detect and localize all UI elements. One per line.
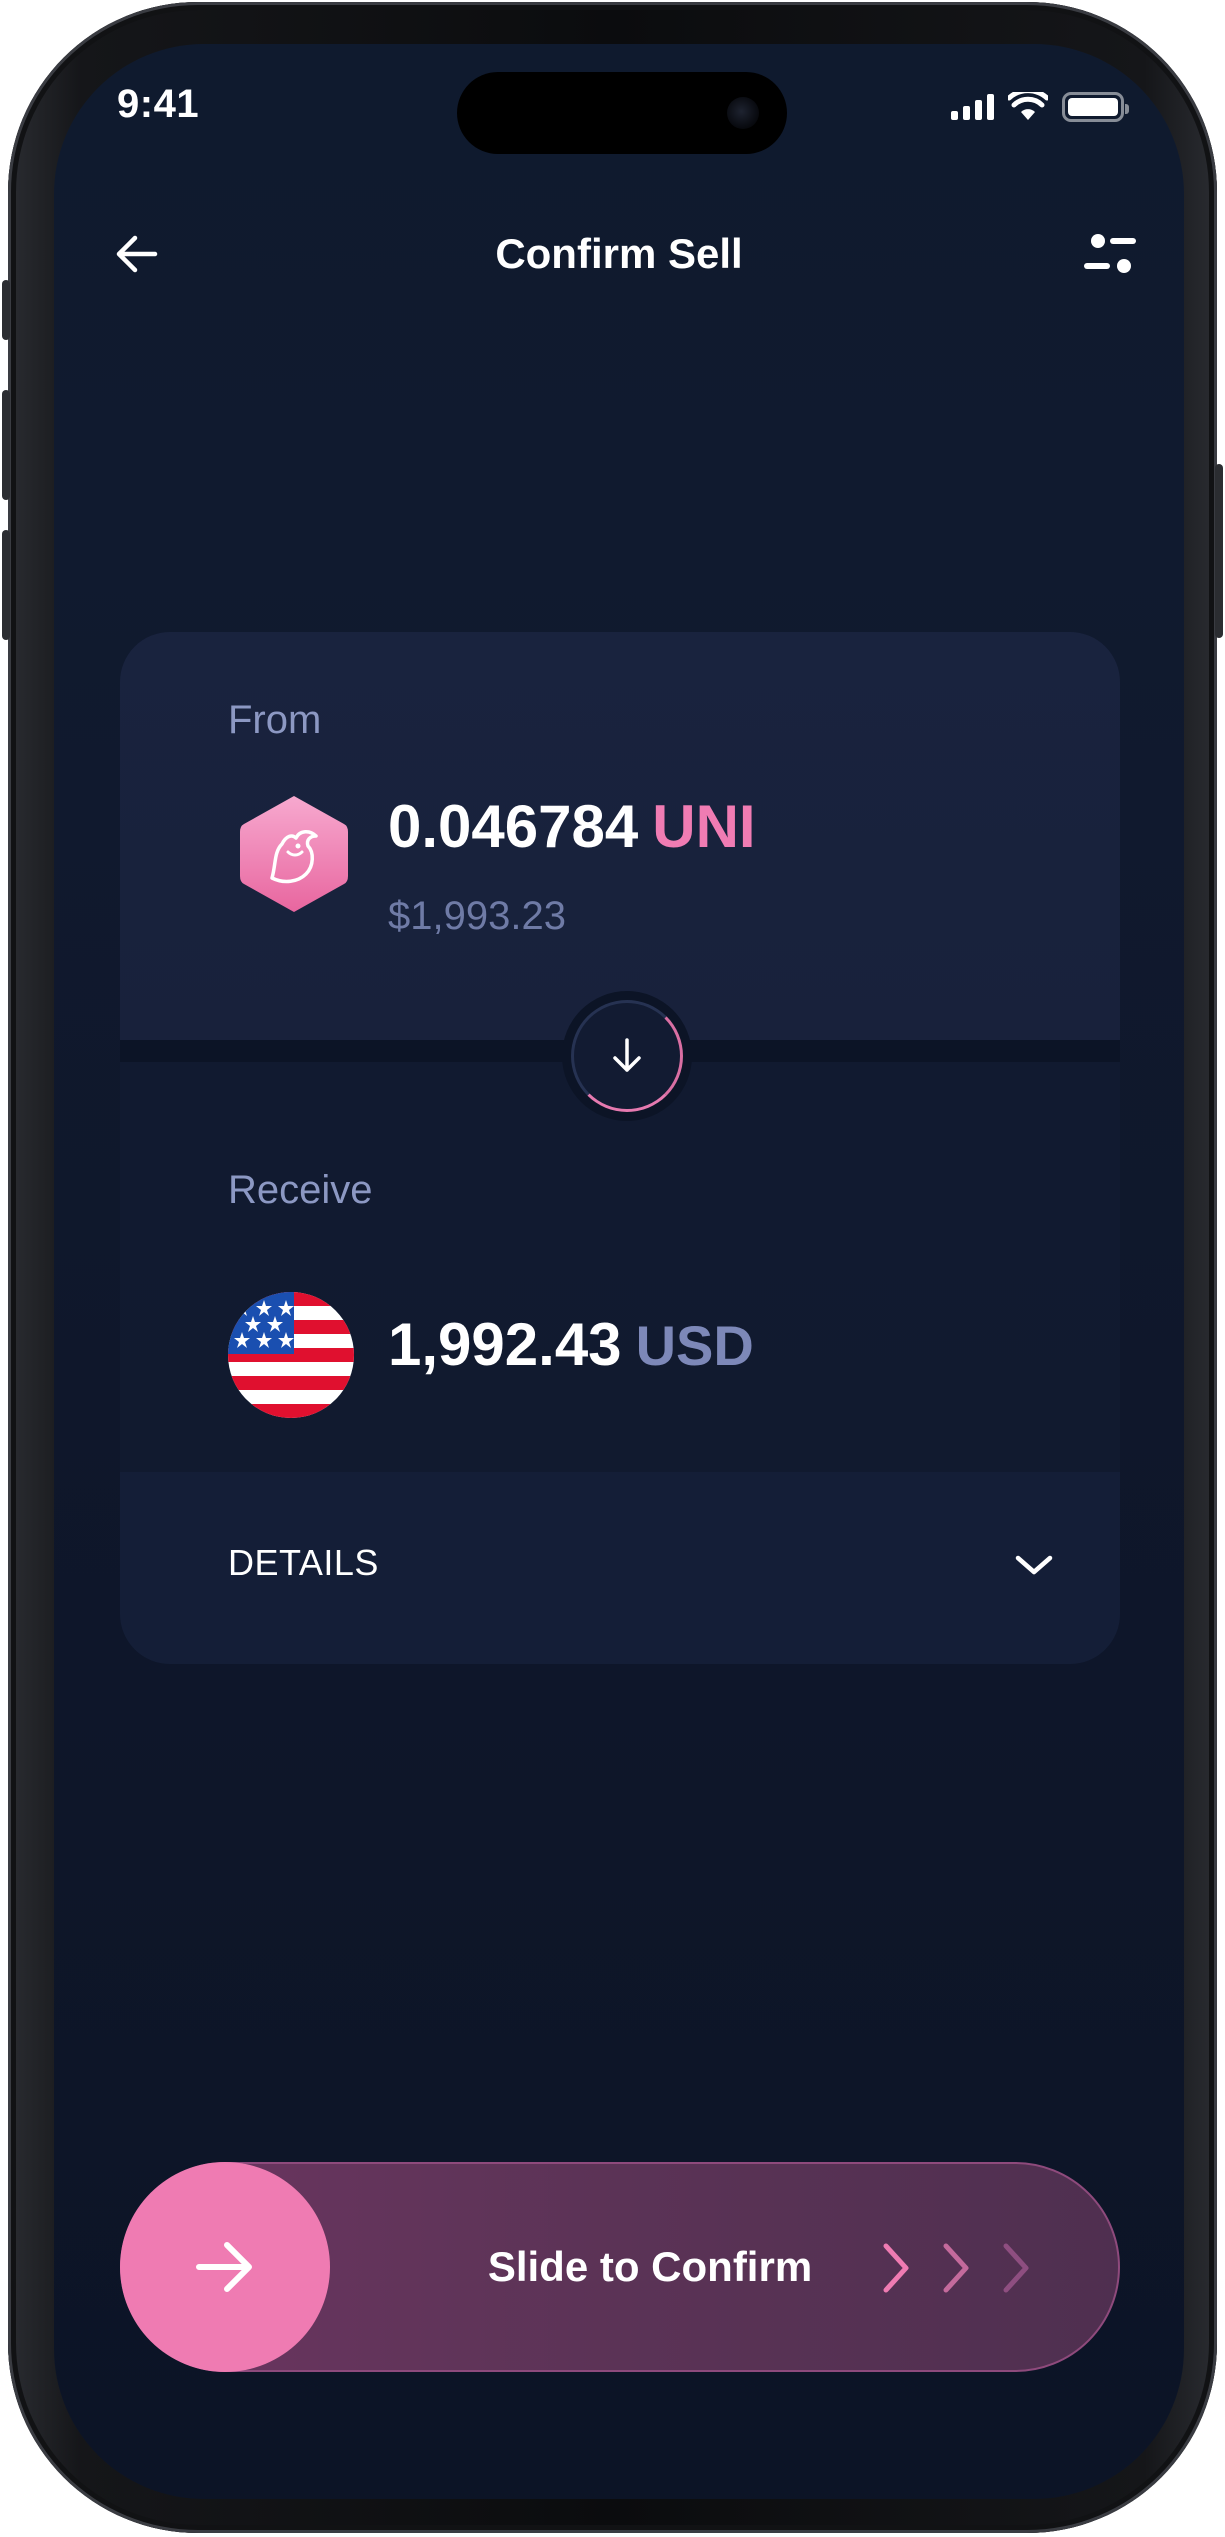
from-section: From 0.046784 UNI $1,993.23 (120, 632, 1120, 1040)
status-time: 9:41 (117, 82, 200, 126)
from-label: From (228, 698, 322, 742)
slider-label: Slide to Confirm (487, 2243, 813, 2290)
details-toggle[interactable]: DETAILS (120, 1472, 1120, 1664)
screen: 9:41 Confirm Sell From 0.046784 UNI $1,9… (54, 44, 1184, 2499)
us-flag-icon (228, 1292, 354, 1418)
side-button-volume-down (2, 530, 10, 640)
conversion-card: From 0.046784 UNI $1,993.23 Receive 1,99… (120, 632, 1120, 1664)
swap-direction-button[interactable] (562, 991, 692, 1121)
details-label: DETAILS (228, 1542, 379, 1583)
from-ticker: UNI (652, 793, 756, 860)
arrow-right-icon (196, 2242, 252, 2292)
cellular-signal-icon (951, 94, 994, 120)
page-title: Confirm Sell (495, 230, 743, 277)
swap-ring (571, 1000, 683, 1112)
filter-icon (1084, 234, 1136, 273)
slider-knob[interactable] (120, 2162, 330, 2372)
camera-lens (727, 97, 759, 129)
filter-button[interactable] (1078, 222, 1142, 286)
receive-label: Receive (228, 1168, 373, 1212)
side-button-volume-up (2, 390, 10, 500)
slider-chevrons (874, 2240, 1038, 2296)
from-amount: 0.046784 (388, 793, 639, 860)
receive-amount-row: 1,992.43 USD (388, 1310, 754, 1379)
receive-section: Receive 1,992.43 USD (120, 1062, 1120, 1472)
side-button-action (2, 280, 10, 340)
slide-to-confirm[interactable]: Slide to Confirm (120, 2162, 1120, 2372)
uniswap-icon (240, 796, 348, 912)
receive-ticker: USD (635, 1314, 754, 1377)
phone-frame: 9:41 Confirm Sell From 0.046784 UNI $1,9… (2, 2, 1223, 2533)
from-fiat-value: $1,993.23 (388, 894, 566, 938)
chevron-right-icon (1003, 2243, 1029, 2293)
receive-amount: 1,992.43 (388, 1311, 622, 1378)
wifi-icon (1008, 92, 1048, 120)
dynamic-island (457, 72, 787, 154)
chevron-right-icon (943, 2243, 969, 2293)
chevron-down-icon (1015, 1555, 1053, 1575)
arrow-down-icon (613, 1038, 641, 1072)
side-button-power (1215, 464, 1223, 638)
chevron-right-icon (883, 2243, 909, 2293)
battery-icon (1062, 92, 1129, 122)
status-icons (951, 90, 1129, 124)
from-amount-row: 0.046784 UNI (388, 792, 756, 861)
